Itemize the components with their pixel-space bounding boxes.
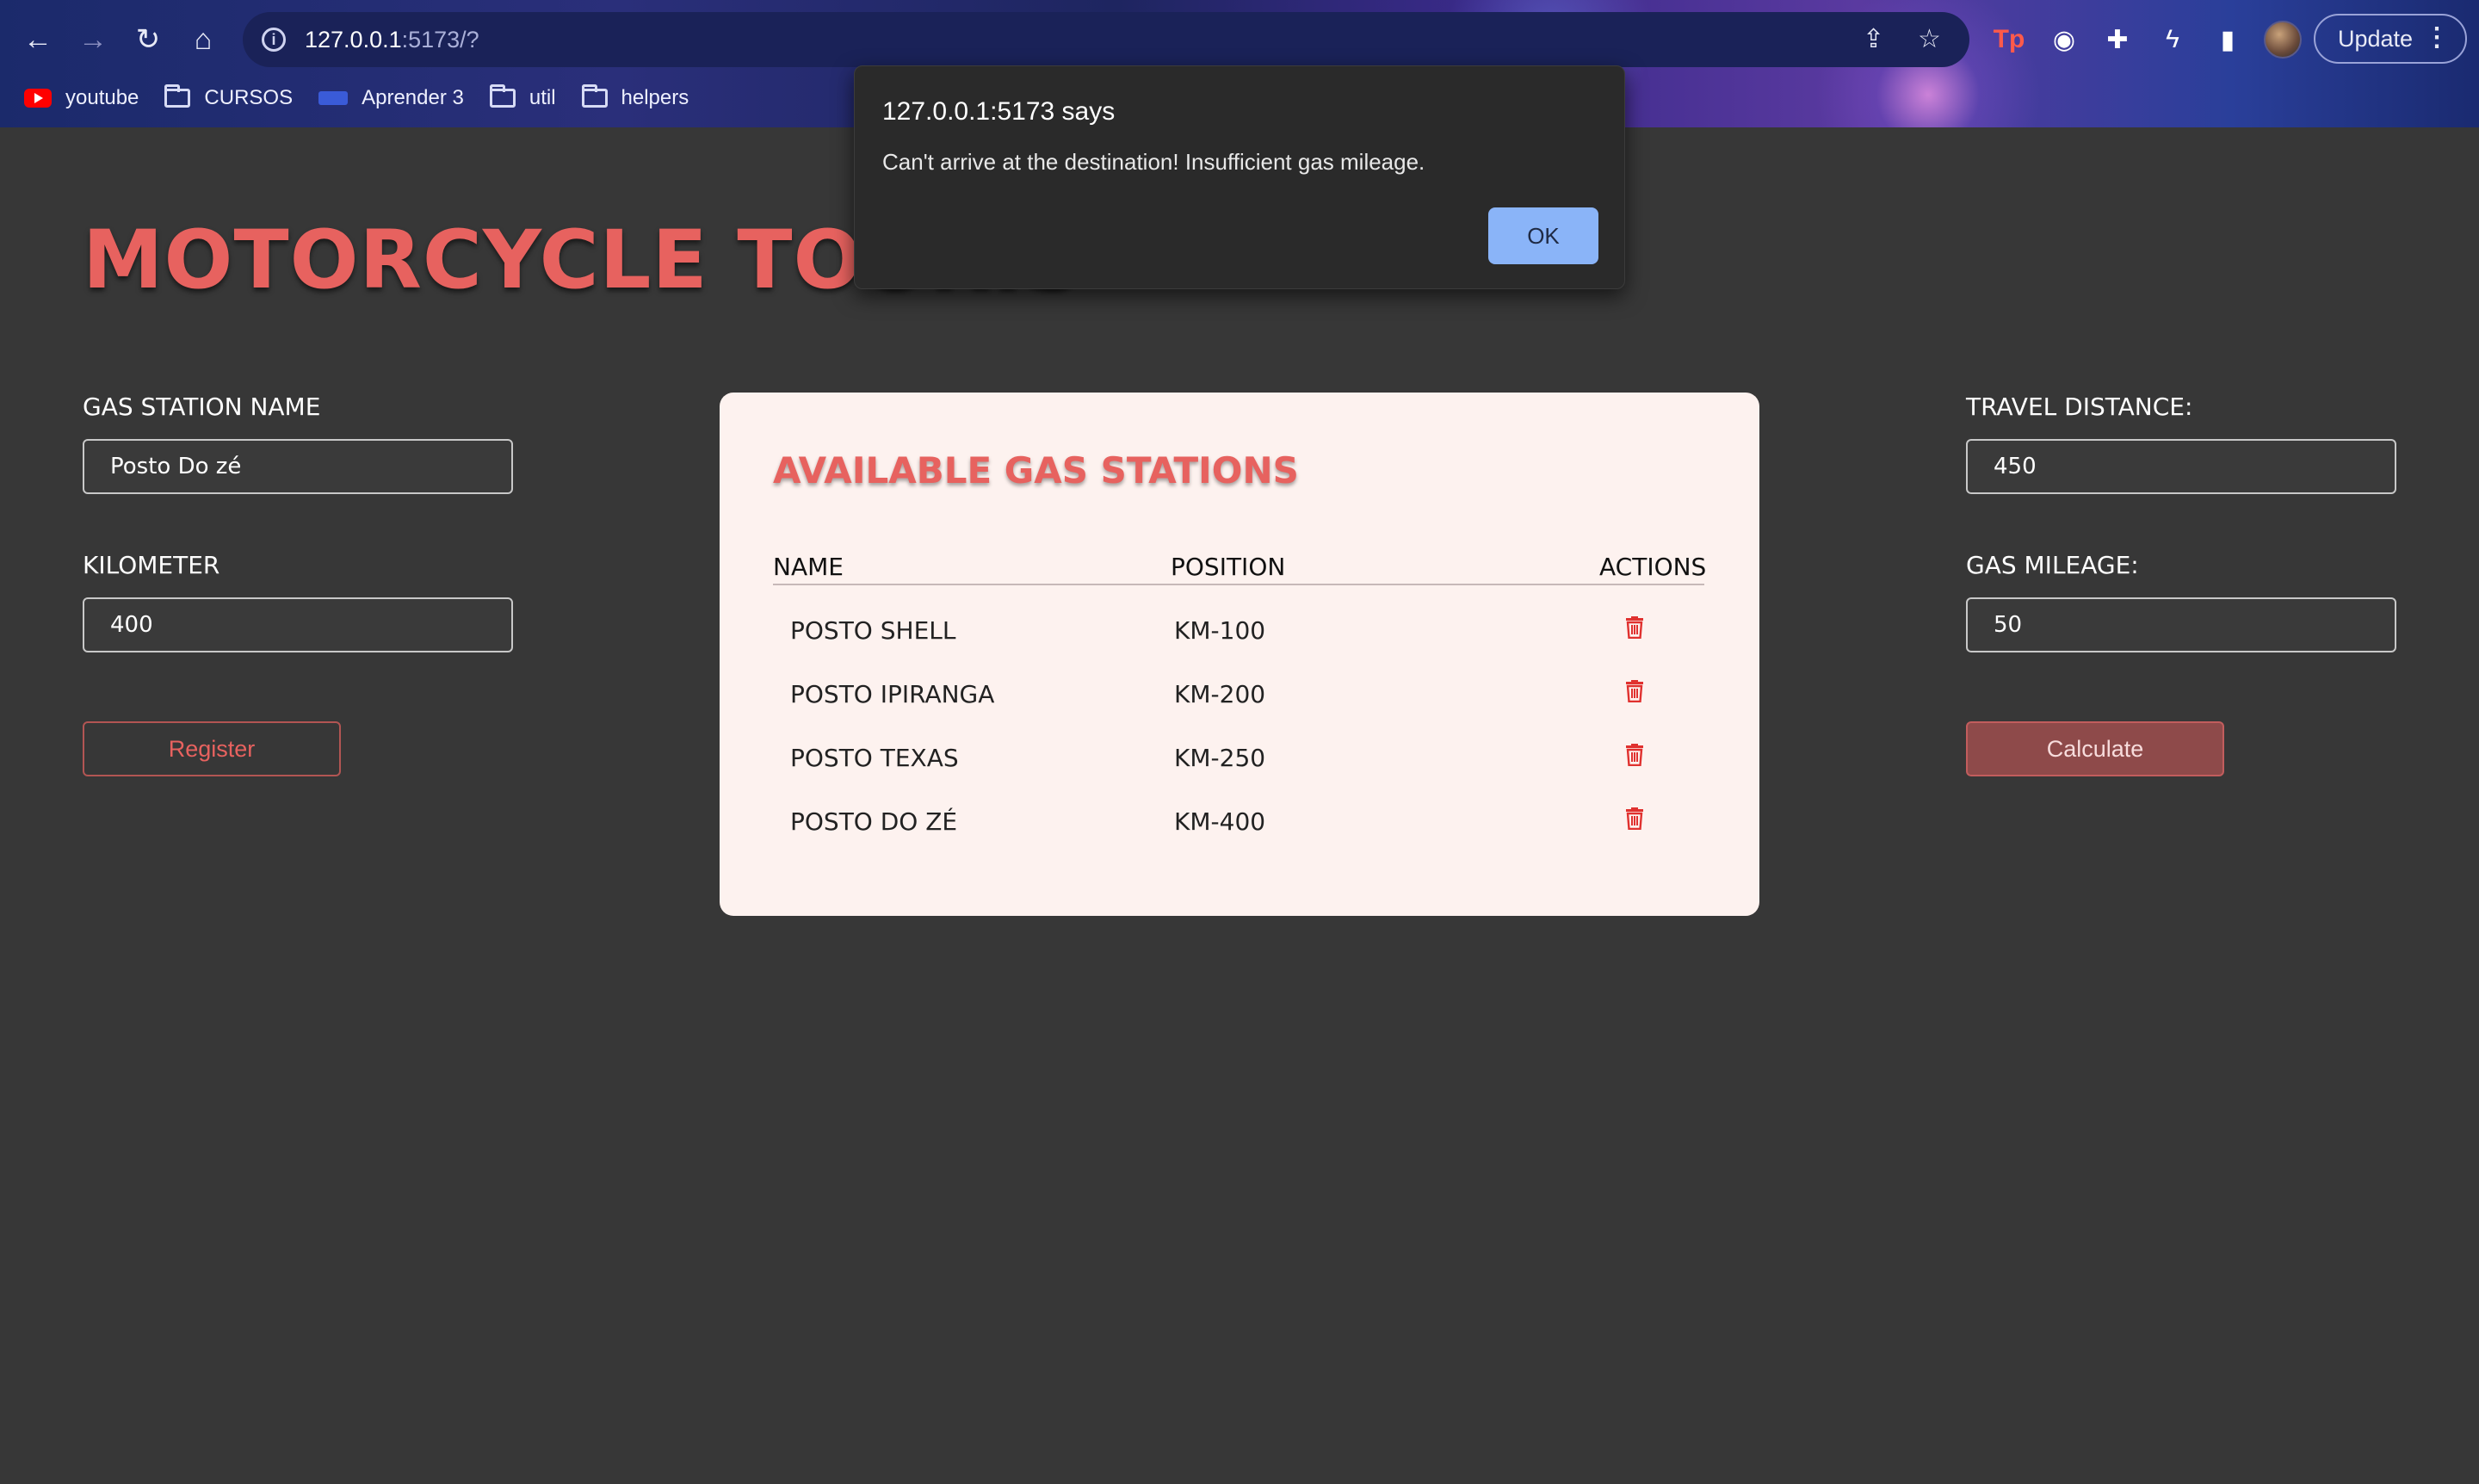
bookmark-label: Aprender 3 [362, 86, 464, 109]
alert-dialog: 127.0.0.1:5173 says Can't arrive at the … [854, 65, 1625, 289]
gas-stations-title: AVAILABLE GAS STATIONS [773, 449, 1299, 492]
gas-mileage-label: GAS MILEAGE: [1966, 551, 2139, 579]
share-icon[interactable]: ⇪ [1863, 24, 1884, 54]
station-position: KM-250 [1174, 744, 1266, 772]
table-header-divider [773, 584, 1704, 585]
dialog-ok-button[interactable]: OK [1488, 207, 1598, 264]
bookmark-helpers[interactable]: helpers [581, 84, 689, 110]
globe-icon [318, 91, 349, 105]
kilometer-input[interactable] [83, 597, 513, 652]
table-row: POSTO TEXAS KM-250 [773, 744, 1704, 807]
home-icon[interactable]: ⌂ [182, 19, 224, 60]
station-position: KM-200 [1174, 680, 1266, 708]
bookmark-aprender[interactable]: Aprender 3 [318, 86, 464, 110]
trash-icon[interactable] [1625, 807, 1643, 831]
update-button[interactable]: Update ⋮ [2314, 14, 2467, 64]
bookmark-label: util [529, 86, 556, 109]
bookmark-label: youtube [65, 86, 139, 109]
gas-station-name-label: GAS STATION NAME [83, 393, 321, 421]
address-bar[interactable]: i 127.0.0.1:5173/? ⇪ ☆ [243, 12, 1969, 67]
sidepanel-icon[interactable]: ▮ [2210, 21, 2245, 59]
register-button[interactable]: Register [83, 721, 341, 776]
trash-icon[interactable] [1625, 744, 1643, 767]
dialog-message: Can't arrive at the destination! Insuffi… [882, 149, 1425, 175]
update-label: Update [2338, 25, 2414, 52]
station-position: KM-400 [1174, 807, 1266, 836]
table-row: POSTO SHELL KM-100 [773, 616, 1704, 680]
folder-icon [489, 84, 516, 108]
travel-distance-input[interactable] [1966, 439, 2396, 494]
column-header-position: POSITION [1171, 553, 1286, 581]
url-text: 127.0.0.1:5173/? [305, 26, 479, 53]
avatar[interactable] [2264, 21, 2302, 59]
travel-distance-label: TRAVEL DISTANCE: [1966, 393, 2193, 421]
station-name: POSTO DO ZÉ [790, 807, 958, 836]
table-row: POSTO IPIRANGA KM-200 [773, 680, 1704, 744]
column-header-name: NAME [773, 553, 844, 581]
trash-icon[interactable] [1625, 616, 1643, 640]
bookmark-label: CURSOS [204, 86, 294, 109]
menu-dots-icon[interactable]: ⋮ [2424, 22, 2450, 53]
bookmark-label: helpers [621, 86, 689, 109]
calculate-button[interactable]: Calculate [1966, 721, 2224, 776]
gas-station-name-input[interactable] [83, 439, 513, 494]
column-header-actions: ACTIONS [1599, 553, 1707, 581]
bookmark-youtube[interactable]: youtube [24, 86, 139, 110]
bookmark-star-icon[interactable]: ☆ [1918, 24, 1941, 54]
gas-stations-card: AVAILABLE GAS STATIONS NAME POSITION ACT… [720, 393, 1759, 916]
back-icon[interactable]: ← [17, 19, 59, 60]
tp-extension-icon[interactable]: Tp [1992, 21, 2026, 59]
reload-icon[interactable]: ↻ [127, 19, 169, 60]
bookmark-cursos[interactable]: CURSOS [164, 84, 294, 110]
station-name: POSTO IPIRANGA [790, 680, 995, 708]
puzzle-icon[interactable]: ✚ [2100, 21, 2135, 59]
forward-icon[interactable]: → [72, 19, 114, 60]
table-row: POSTO DO ZÉ KM-400 [773, 807, 1704, 871]
bookmark-util[interactable]: util [489, 84, 556, 110]
dialog-title: 127.0.0.1:5173 says [882, 97, 1116, 126]
gas-mileage-input[interactable] [1966, 597, 2396, 652]
performance-icon[interactable]: ϟ [2155, 21, 2190, 59]
trash-icon[interactable] [1625, 680, 1643, 703]
station-name: POSTO TEXAS [790, 744, 959, 772]
station-name: POSTO SHELL [790, 616, 956, 645]
youtube-icon [24, 89, 52, 108]
folder-icon [581, 84, 608, 108]
extension-icon[interactable]: ◉ [2047, 21, 2081, 59]
folder-icon [164, 84, 191, 108]
station-position: KM-100 [1174, 616, 1266, 645]
site-info-icon[interactable]: i [262, 28, 286, 52]
kilometer-label: KILOMETER [83, 551, 220, 579]
